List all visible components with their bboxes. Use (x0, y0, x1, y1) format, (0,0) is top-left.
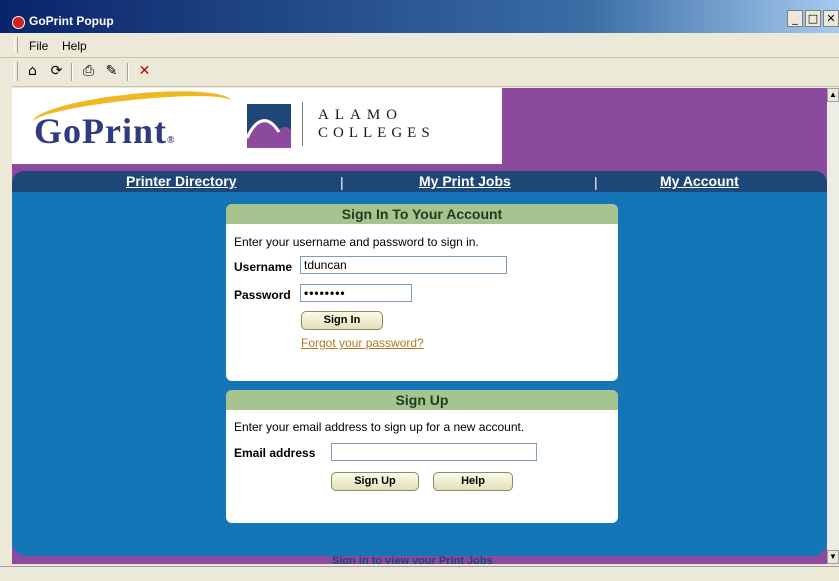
help-button[interactable]: Help (433, 472, 513, 491)
window-title: GoPrint Popup (29, 14, 114, 28)
email-label: Email address (234, 446, 316, 460)
goprint-app-icon (12, 16, 25, 29)
toolbar: ⌂ ⟳ ⎙ ✎ ✕ (0, 58, 839, 87)
toolbar-separator (71, 63, 73, 81)
web-content: GoPrint® ALAMO COLLEGES Printer Director… (12, 88, 827, 564)
goprint-logo: GoPrint® (34, 110, 175, 152)
window-controls: _ □ ✕ (785, 10, 839, 28)
window-title-bar: GoPrint Popup _ □ ✕ (0, 0, 839, 33)
nav-bar: Printer Directory | My Print Jobs | My A… (12, 171, 827, 193)
alamo-colleges-logo: ALAMO COLLEGES (318, 106, 435, 142)
toolbar-separator (127, 63, 129, 81)
menu-grip (14, 37, 18, 53)
password-label: Password (234, 288, 291, 302)
scroll-up-arrow-icon[interactable]: ▲ (827, 88, 839, 102)
sign-up-button[interactable]: Sign Up (331, 472, 419, 491)
sign-in-button[interactable]: Sign In (301, 311, 383, 330)
view-print-jobs-text: Sign in to view your Print Jobs (332, 555, 493, 564)
left-frame (0, 86, 12, 566)
toolbar-grip (14, 62, 18, 81)
username-input[interactable] (300, 256, 507, 274)
signup-header: Sign Up (226, 390, 618, 410)
maximize-button[interactable]: □ (805, 10, 821, 27)
menu-help[interactable]: Help (62, 39, 87, 53)
signin-instructions: Enter your username and password to sign… (234, 235, 479, 249)
home-icon[interactable]: ⌂ (24, 63, 41, 80)
vertical-scrollbar[interactable]: ▲ ▼ (827, 88, 839, 564)
main-panel: Sign In To Your Account Enter your usern… (12, 192, 827, 556)
scroll-down-arrow-icon[interactable]: ▼ (827, 550, 839, 564)
signup-box: Sign Up Enter your email address to sign… (226, 390, 618, 523)
alamo-text: ALAMO (318, 107, 403, 123)
goprint-registered-mark: ® (166, 135, 176, 146)
goprint-logo-text: GoPrint (34, 111, 167, 151)
signup-instructions: Enter your email address to sign up for … (234, 420, 525, 434)
password-input[interactable]: •••••••• (300, 284, 412, 302)
edit-icon[interactable]: ✎ (103, 63, 120, 80)
nav-separator: | (340, 174, 344, 190)
nav-my-print-jobs[interactable]: My Print Jobs (419, 173, 511, 189)
nav-my-account[interactable]: My Account (660, 173, 739, 189)
signin-header: Sign In To Your Account (226, 204, 618, 224)
menu-file[interactable]: File (29, 39, 48, 53)
alamo-mountain-icon (247, 104, 291, 148)
close-icon[interactable]: ✕ (136, 63, 153, 80)
colleges-text: COLLEGES (318, 125, 435, 141)
nav-separator: | (594, 174, 598, 190)
close-window-button[interactable]: ✕ (823, 10, 839, 27)
nav-printer-directory[interactable]: Printer Directory (126, 173, 236, 189)
forgot-password-link[interactable]: Forgot your password? (301, 336, 424, 350)
signin-box: Sign In To Your Account Enter your usern… (226, 204, 618, 381)
email-input[interactable] (331, 443, 537, 461)
status-bar (0, 566, 839, 581)
refresh-icon[interactable]: ⟳ (48, 63, 65, 80)
username-label: Username (234, 260, 293, 274)
logo-divider (302, 102, 303, 146)
print-icon[interactable]: ⎙ (80, 63, 97, 80)
logo-banner: GoPrint® ALAMO COLLEGES (12, 88, 502, 164)
menu-bar: File Help (0, 33, 839, 58)
minimize-button[interactable]: _ (787, 10, 803, 27)
